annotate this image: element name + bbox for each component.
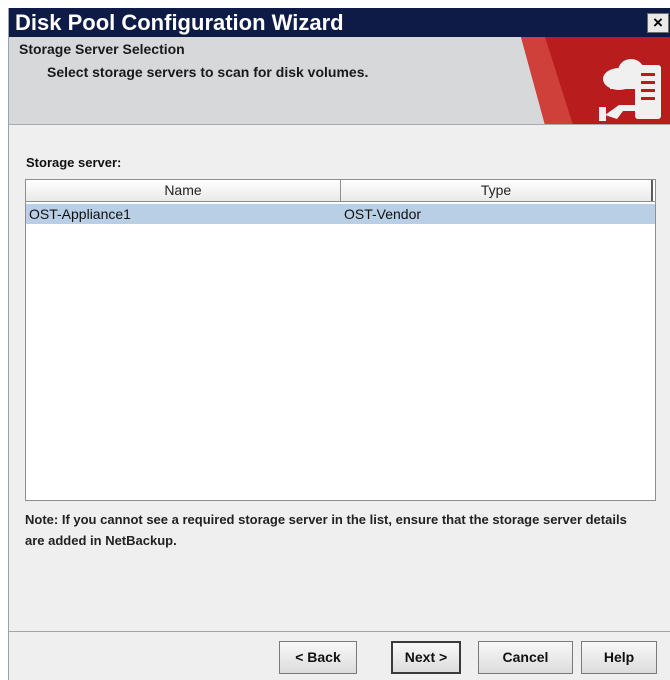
- footer-divider: [9, 631, 670, 632]
- column-header-type[interactable]: Type: [341, 180, 653, 201]
- window-title: Disk Pool Configuration Wizard: [15, 10, 344, 35]
- back-button[interactable]: < Back: [279, 641, 357, 674]
- next-button[interactable]: Next >: [391, 641, 461, 674]
- cell-server-name: OST-Appliance1: [29, 206, 131, 222]
- cancel-button[interactable]: Cancel: [478, 641, 573, 674]
- note-text: Note: If you cannot see a required stora…: [25, 512, 627, 548]
- title-bar: Disk Pool Configuration Wizard ×: [9, 8, 670, 37]
- cell-server-type: OST-Vendor: [344, 206, 422, 222]
- wizard-banner: Storage Server Selection Select storage …: [9, 37, 670, 125]
- step-heading: Storage Server Selection: [19, 41, 185, 57]
- wizard-window: Disk Pool Configuration Wizard × Storage…: [8, 8, 670, 680]
- table-row[interactable]: OST-Appliance1 OST-Vendor: [26, 204, 655, 224]
- column-header-name[interactable]: Name: [26, 180, 341, 201]
- help-button[interactable]: Help: [581, 641, 657, 674]
- close-button[interactable]: ×: [647, 13, 669, 33]
- storage-server-table[interactable]: Name Type OST-Appliance1 OST-Vendor: [25, 179, 656, 501]
- table-header: Name Type: [26, 180, 655, 202]
- close-icon: ×: [653, 13, 663, 32]
- storage-server-icon: [521, 37, 670, 124]
- storage-server-label: Storage server:: [26, 155, 122, 170]
- step-subtitle: Select storage servers to scan for disk …: [47, 64, 369, 80]
